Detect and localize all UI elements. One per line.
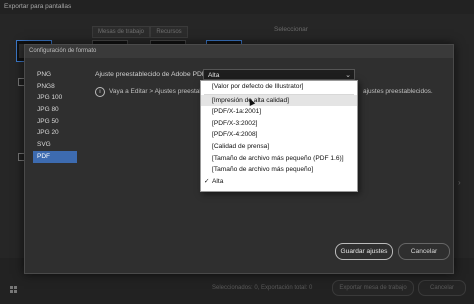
- preset-select-value: Alta: [208, 72, 220, 79]
- format-item-jpg20[interactable]: JPG 20: [33, 127, 77, 139]
- scroll-arrow-icon[interactable]: ›: [458, 178, 466, 187]
- format-item-pdf[interactable]: PDF: [33, 150, 77, 163]
- menu-item-pdfx4[interactable]: [PDF/X-4:2008]: [201, 129, 357, 141]
- format-item-jpg100[interactable]: JPG 100: [33, 92, 77, 104]
- menu-item-alta[interactable]: ✓ Alta: [201, 176, 357, 188]
- preset-dropdown-menu: [Valor por defecto de Illustrator] [Impr…: [200, 80, 358, 192]
- menu-item-illustrator-default[interactable]: [Valor por defecto de Illustrator]: [201, 81, 357, 93]
- save-settings-button[interactable]: Guardar ajustes: [335, 243, 393, 260]
- menu-item-pdfx1a[interactable]: [PDF/X-1a:2001]: [201, 106, 357, 118]
- cancel-button[interactable]: Cancelar: [398, 243, 450, 260]
- preset-select[interactable]: Alta ⌄: [203, 69, 355, 80]
- format-item-jpg50[interactable]: JPG 50: [33, 116, 77, 128]
- format-item-png8[interactable]: PNG8: [33, 81, 77, 93]
- selection-status: Seleccionados: 0, Exportación total: 0: [212, 285, 313, 291]
- menu-item-high-quality-print[interactable]: [Impresión de alta calidad]: [201, 94, 357, 107]
- tab-artboards[interactable]: Mesas de trabajo: [92, 26, 150, 38]
- format-list: PNG PNG8 JPG 100 JPG 80 JPG 50 JPG 20 SV…: [33, 69, 77, 163]
- format-item-jpg80[interactable]: JPG 80: [33, 104, 77, 116]
- preset-label: Ajuste preestablecido de Adobe PDF:: [95, 71, 208, 78]
- export-artboard-button[interactable]: Exportar mesa de trabajo: [332, 280, 414, 296]
- menu-item-smallest-pdf16[interactable]: [Tamaño de archivo más pequeño (PDF 1.6)…: [201, 153, 357, 165]
- info-text-continued: ajustes preestablecidos.: [363, 88, 433, 95]
- format-item-png[interactable]: PNG: [33, 69, 77, 81]
- grid-view-icon[interactable]: [10, 286, 18, 294]
- info-text: Vaya a Editar > Ajustes preestab: [109, 88, 204, 95]
- menu-item-press-quality[interactable]: [Calidad de prensa]: [201, 141, 357, 153]
- dialog-title: Configuración de formato: [25, 45, 453, 58]
- checkmark-icon: ✓: [204, 177, 210, 185]
- format-item-svg[interactable]: SVG: [33, 139, 77, 151]
- background-cancel-button[interactable]: Cancelar: [418, 280, 466, 296]
- menu-item-pdfx3[interactable]: [PDF/X-3:2002]: [201, 118, 357, 130]
- tab-assets[interactable]: Recursos: [150, 26, 188, 38]
- menu-item-smallest[interactable]: [Tamaño de archivo más pequeño]: [201, 164, 357, 176]
- menu-item-alta-label: Alta: [212, 177, 224, 185]
- window-title-bar: Exportar para pantallas: [0, 0, 474, 14]
- info-icon: i: [95, 87, 105, 97]
- window-title: Exportar para pantallas: [4, 3, 72, 10]
- select-label[interactable]: Seleccionar: [274, 26, 308, 33]
